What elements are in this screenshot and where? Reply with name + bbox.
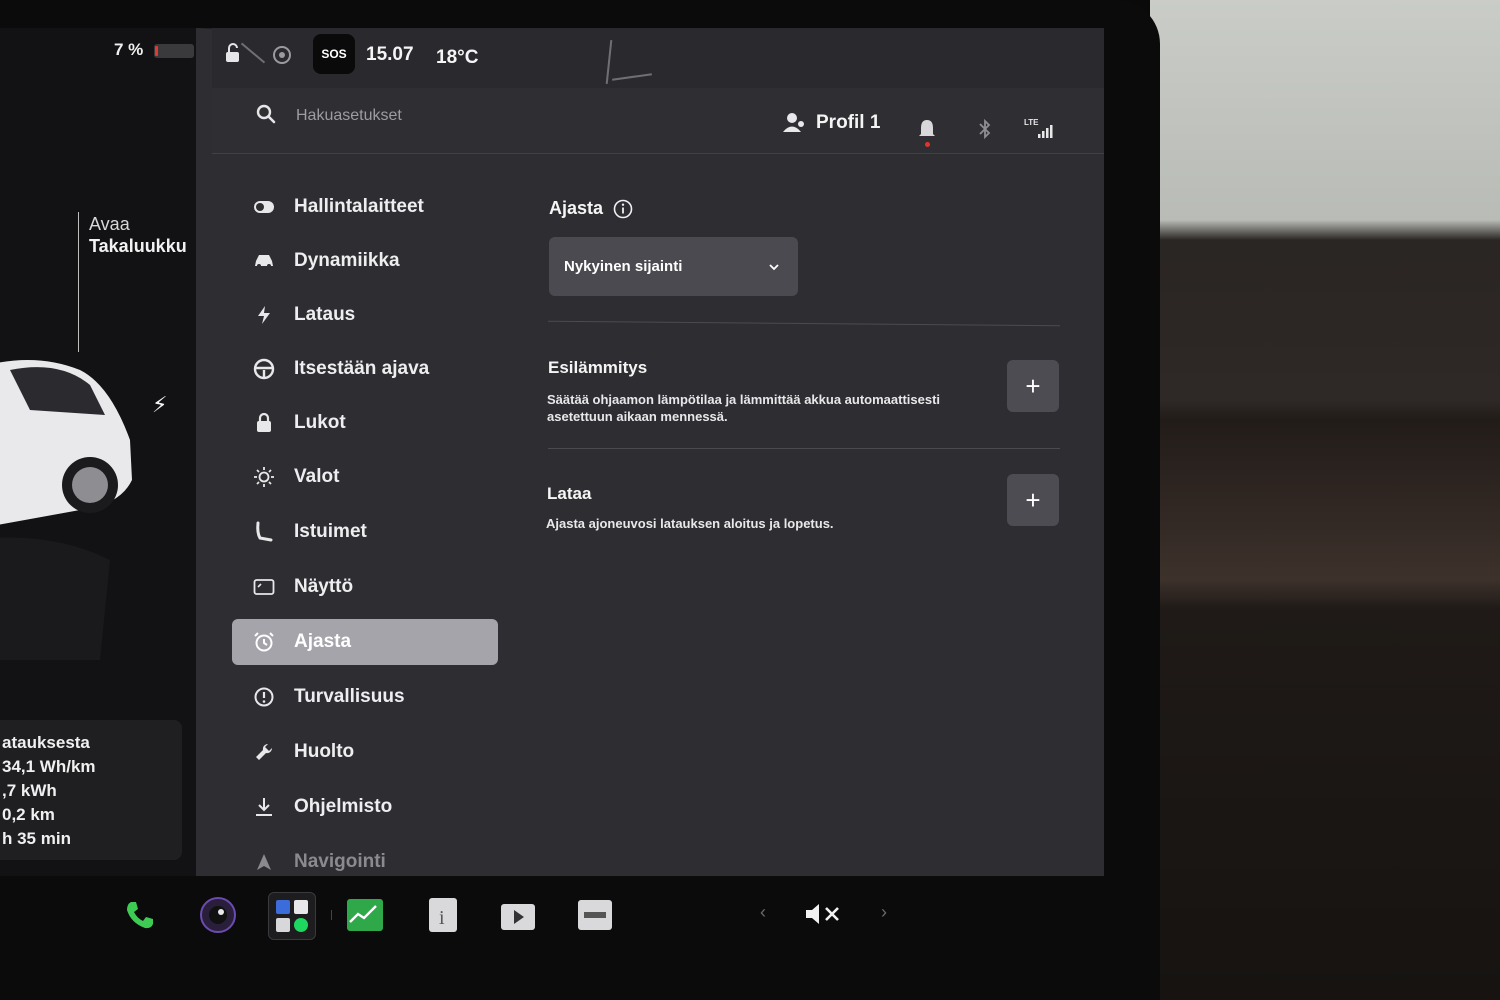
sidebar-item-label: Dynamiikka (294, 250, 400, 271)
sidebar-item-label: Ajasta (294, 631, 352, 652)
battery-icon (154, 44, 194, 58)
schedule-heading: Ajasta (549, 198, 633, 219)
settings-search-input[interactable] (296, 104, 596, 128)
bolt-icon (252, 303, 276, 327)
steering-wheel-icon (252, 357, 276, 381)
sidebar-item-charging[interactable]: Lataus (232, 292, 498, 338)
charge-description: Ajasta ajoneuvosi latauksen aloitus ja l… (546, 516, 834, 531)
trip-row: 0,2 km (2, 805, 55, 824)
clock-time: 15.07 (366, 44, 414, 65)
wrench-icon (252, 740, 276, 764)
notification-bell-icon[interactable] (917, 118, 937, 142)
unlock-icon[interactable] (222, 42, 244, 64)
sos-button[interactable]: SOS (313, 34, 355, 74)
location-select[interactable]: Nykyinen sijainti (549, 237, 798, 296)
sidebar-item-software[interactable]: Ohjelmisto (232, 784, 498, 830)
sidebar-item-controls[interactable]: Hallintalaitteet (232, 184, 498, 230)
sidebar-item-display[interactable]: Näyttö (232, 564, 498, 610)
energy-graph-icon[interactable] (345, 895, 385, 935)
alarm-clock-icon (252, 630, 276, 654)
download-icon (252, 795, 276, 819)
theater-icon[interactable] (498, 895, 538, 935)
charge-title: Lataa (547, 484, 592, 503)
car-icon (252, 249, 276, 273)
sun-icon (252, 465, 276, 489)
sidebar-item-service[interactable]: Huolto (232, 729, 498, 775)
sidebar-item-label: Navigointi (294, 851, 386, 872)
sidebar-item-label: Hallintalaitteet (294, 196, 424, 217)
display-icon (252, 575, 276, 599)
charging-bolt-icon: ⚡ (152, 392, 168, 417)
trunk-target-label[interactable]: Takaluukku (89, 236, 187, 257)
sidebar-item-label: Lataus (294, 304, 356, 325)
battery-percent: 7 % (114, 40, 144, 59)
sidebar-item-label: Istuimet (294, 521, 367, 542)
section-divider (548, 448, 1060, 449)
svg-text:i: i (439, 907, 445, 929)
trunk-action-label[interactable]: Avaa (89, 214, 130, 235)
trip-summary-card: atauksesta 34,1 Wh/km ,7 kWh 0,2 km h 35… (0, 720, 182, 860)
outside-temperature: 18°C (436, 47, 479, 68)
sidebar-item-seats[interactable]: Istuimet (232, 509, 498, 555)
info-icon[interactable] (613, 199, 633, 219)
car-interior-background (1150, 0, 1500, 1000)
toybox-icon[interactable] (575, 895, 615, 935)
profile-label: Profil 1 (816, 112, 881, 133)
location-select-value: Nykyinen sijainti (564, 258, 683, 275)
volume-right-arrow-icon[interactable]: › (881, 902, 887, 923)
sidebar-item-dynamics[interactable]: Dynamiikka (232, 238, 498, 284)
sidebar-item-autopilot[interactable]: Itsestään ajava (232, 346, 498, 392)
sidebar-item-schedule[interactable]: Ajasta (232, 619, 498, 665)
preheat-title: Esilämmitys (548, 358, 648, 377)
profile-icon (783, 113, 804, 132)
profile-button[interactable]: Profil 1 (782, 112, 880, 134)
navigation-icon (252, 850, 276, 874)
sidebar-item-lights[interactable]: Valot (232, 454, 498, 500)
phone-icon[interactable] (120, 895, 160, 935)
sidebar-item-label: Itsestään ajava (294, 358, 430, 379)
sidebar-item-label: Turvallisuus (294, 686, 405, 707)
lte-label: LTE (1024, 118, 1039, 127)
chevron-down-icon (769, 263, 779, 270)
owners-manual-icon[interactable]: i (423, 895, 463, 935)
lte-signal-icon: LTE (1024, 118, 1053, 138)
mute-volume-icon[interactable] (804, 900, 842, 928)
sidebar-item-label: Ohjelmisto (294, 796, 393, 817)
search-icon (256, 104, 276, 124)
trip-row: ,7 kWh (2, 781, 57, 800)
lock-icon (252, 411, 276, 435)
notification-indicator (925, 142, 930, 147)
sidebar-item-label: Valot (294, 466, 340, 487)
sentry-icon[interactable] (271, 44, 293, 66)
trip-row: h 35 min (2, 829, 71, 848)
car-render (0, 360, 132, 660)
preheat-description: Säätää ohjaamon lämpötilaa ja lämmittää … (547, 392, 941, 424)
sidebar-item-label: Huolto (294, 741, 355, 762)
trip-row: 34,1 Wh/km (2, 757, 96, 776)
sidebar-item-label: Lukot (294, 412, 346, 433)
alert-circle-icon (252, 685, 276, 709)
add-preheat-button[interactable]: + (1007, 360, 1059, 412)
bluetooth-icon[interactable] (976, 118, 994, 140)
toggle-icon (252, 195, 276, 219)
sidebar-item-locks[interactable]: Lukot (232, 400, 498, 446)
volume-left-arrow-icon[interactable]: ‹ (760, 902, 766, 923)
camera-icon[interactable] (198, 895, 238, 935)
sidebar-item-safety[interactable]: Turvallisuus (232, 674, 498, 720)
seat-icon (252, 520, 276, 544)
page-title: Ajasta (549, 198, 604, 218)
dock-separator (331, 910, 332, 920)
sidebar-item-label: Näyttö (294, 576, 354, 597)
trip-row: atauksesta (2, 733, 90, 752)
app-launcher-icon[interactable] (268, 892, 316, 940)
add-charge-schedule-button[interactable]: + (1007, 474, 1059, 526)
